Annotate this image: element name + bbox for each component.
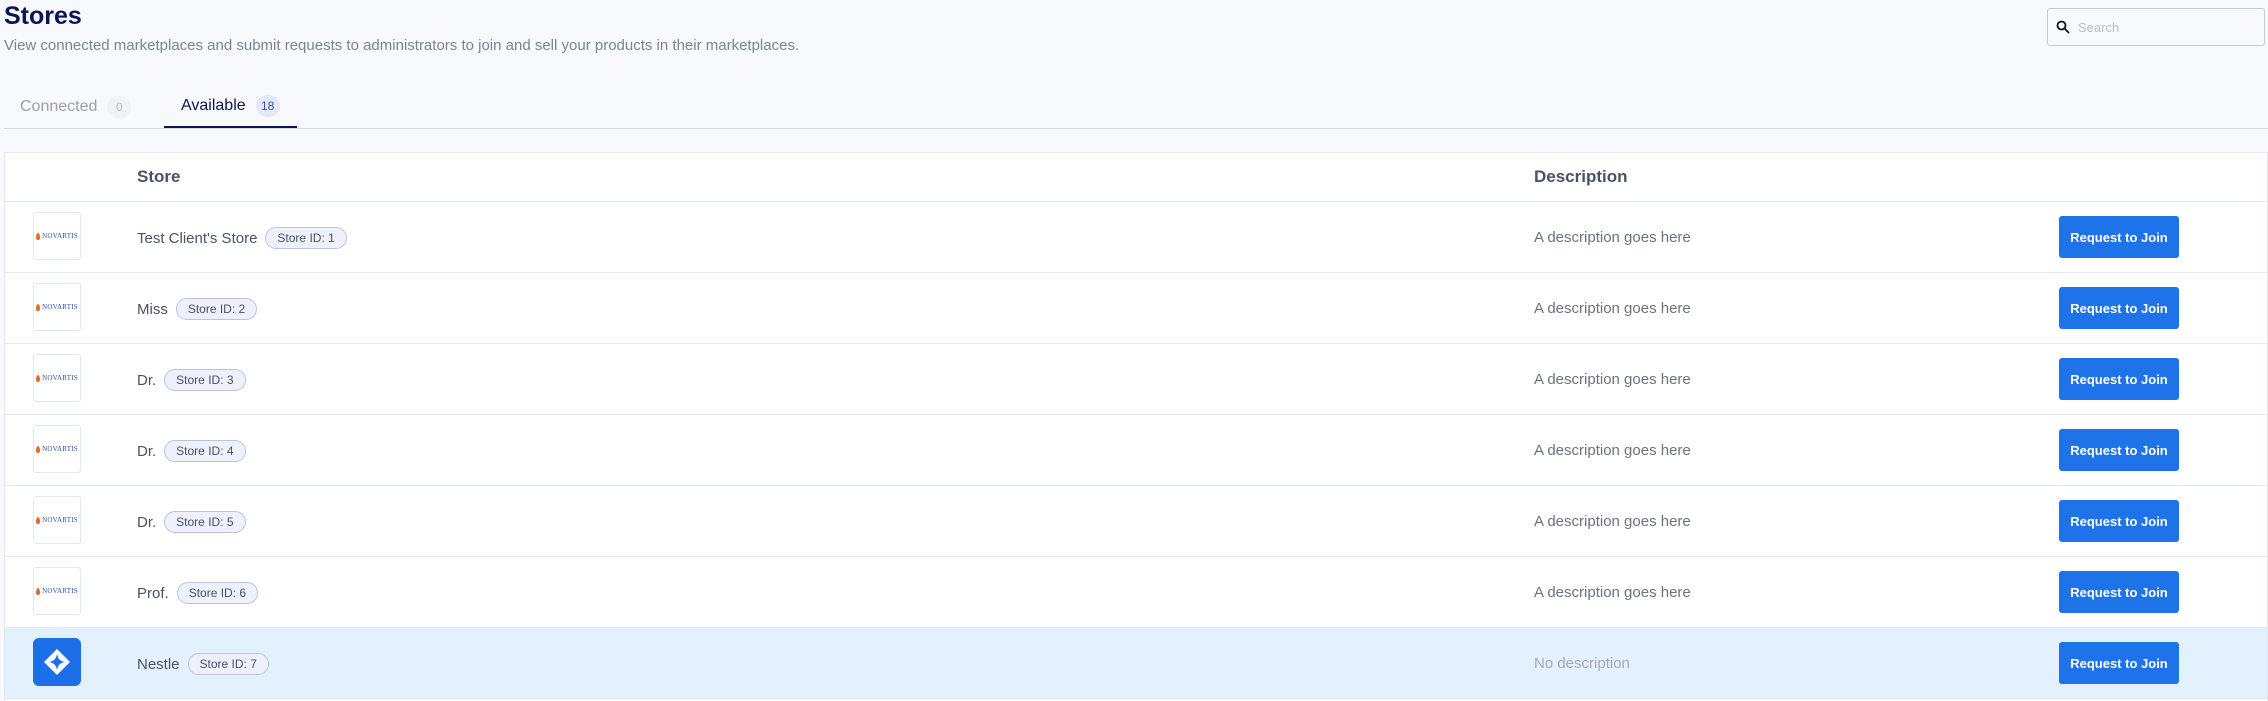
store-id-badge: Store ID: 6 bbox=[176, 582, 259, 604]
search-box[interactable] bbox=[2047, 8, 2265, 46]
logo-text: NOVARTIS bbox=[42, 445, 78, 453]
search-input[interactable] bbox=[2076, 18, 2260, 36]
store-name: Prof. bbox=[137, 584, 169, 602]
page-title: Stores bbox=[4, 2, 82, 30]
request-to-join-button[interactable]: Request to Join bbox=[2059, 287, 2179, 329]
logo-text: NOVARTIS bbox=[42, 303, 78, 311]
logo-text: NOVARTIS bbox=[42, 587, 78, 595]
novartis-logo: NOVARTIS bbox=[33, 283, 81, 331]
flame-icon bbox=[36, 374, 41, 382]
request-to-join-button[interactable]: Request to Join bbox=[2059, 642, 2179, 684]
request-to-join-button[interactable]: Request to Join bbox=[2059, 429, 2179, 471]
novartis-logo: NOVARTIS bbox=[33, 496, 81, 544]
request-to-join-button[interactable]: Request to Join bbox=[2059, 358, 2179, 400]
flame-icon bbox=[36, 303, 41, 311]
tab-count-badge: 18 bbox=[255, 95, 280, 117]
table-row: NOVARTIS Miss Store ID: 2 A description … bbox=[5, 273, 2267, 344]
flame-icon bbox=[36, 232, 41, 240]
brand-logo bbox=[33, 638, 81, 686]
tab-available[interactable]: Available 18 bbox=[164, 86, 297, 128]
table-row: NOVARTIS Test Client's Store Store ID: 1… bbox=[5, 202, 2267, 273]
flame-icon bbox=[36, 587, 41, 595]
column-header-description: Description bbox=[1534, 167, 1628, 186]
store-id-badge: Store ID: 5 bbox=[164, 511, 246, 533]
flame-icon bbox=[36, 516, 41, 524]
store-id-badge: Store ID: 7 bbox=[187, 653, 269, 675]
table-row: NOVARTIS Dr. Store ID: 4 A description g… bbox=[5, 415, 2267, 486]
table-row: Nestle Store ID: 7 No description Reques… bbox=[5, 628, 2267, 699]
column-header-store: Store bbox=[137, 167, 181, 186]
diamond-star-icon bbox=[44, 649, 70, 675]
store-id-badge: Store ID: 3 bbox=[164, 369, 246, 391]
store-description: A description goes here bbox=[1534, 229, 1691, 246]
store-description: A description goes here bbox=[1534, 371, 1691, 388]
store-id-badge: Store ID: 4 bbox=[164, 440, 246, 462]
store-name: Dr. bbox=[137, 442, 157, 460]
page-subtitle: View connected marketplaces and submit r… bbox=[4, 37, 800, 54]
request-to-join-button[interactable]: Request to Join bbox=[2059, 500, 2179, 542]
tab-label: Connected bbox=[20, 98, 98, 115]
store-description: A description goes here bbox=[1534, 442, 1691, 459]
table-row: NOVARTIS Prof. Store ID: 6 A description… bbox=[5, 557, 2267, 628]
store-name: Nestle bbox=[137, 655, 180, 673]
store-name: Miss bbox=[137, 300, 168, 318]
store-description: No description bbox=[1534, 655, 1630, 672]
stores-table: Store Description NOVARTIS Test Client's… bbox=[4, 152, 2268, 701]
logo-text: NOVARTIS bbox=[42, 516, 78, 524]
tab-connected[interactable]: Connected 0 bbox=[20, 86, 132, 128]
store-description: A description goes here bbox=[1534, 584, 1691, 601]
logo-text: NOVARTIS bbox=[42, 232, 78, 240]
flame-icon bbox=[36, 445, 41, 453]
store-name: Test Client's Store bbox=[137, 229, 258, 247]
search-icon bbox=[2056, 20, 2070, 34]
store-description: A description goes here bbox=[1534, 513, 1691, 530]
table-row: NOVARTIS Dr. Store ID: 5 A description g… bbox=[5, 486, 2267, 557]
request-to-join-button[interactable]: Request to Join bbox=[2059, 216, 2179, 258]
tab-bar: Connected 0 Available 18 bbox=[4, 86, 2268, 129]
store-description: A description goes here bbox=[1534, 300, 1691, 317]
novartis-logo: NOVARTIS bbox=[33, 425, 81, 473]
novartis-logo: NOVARTIS bbox=[33, 354, 81, 402]
store-id-badge: Store ID: 2 bbox=[175, 298, 258, 320]
table-row: NOVARTIS Dr. Store ID: 3 A description g… bbox=[5, 344, 2267, 415]
store-name: Dr. bbox=[137, 513, 157, 531]
request-to-join-button[interactable]: Request to Join bbox=[2059, 571, 2179, 613]
store-name: Dr. bbox=[137, 371, 157, 389]
novartis-logo: NOVARTIS bbox=[33, 212, 81, 260]
store-id-badge: Store ID: 1 bbox=[265, 227, 347, 249]
logo-text: NOVARTIS bbox=[42, 374, 78, 382]
table-header: Store Description bbox=[5, 153, 2267, 202]
novartis-logo: NOVARTIS bbox=[33, 567, 81, 615]
tab-label: Available bbox=[181, 97, 246, 114]
tab-count-badge: 0 bbox=[107, 96, 132, 118]
